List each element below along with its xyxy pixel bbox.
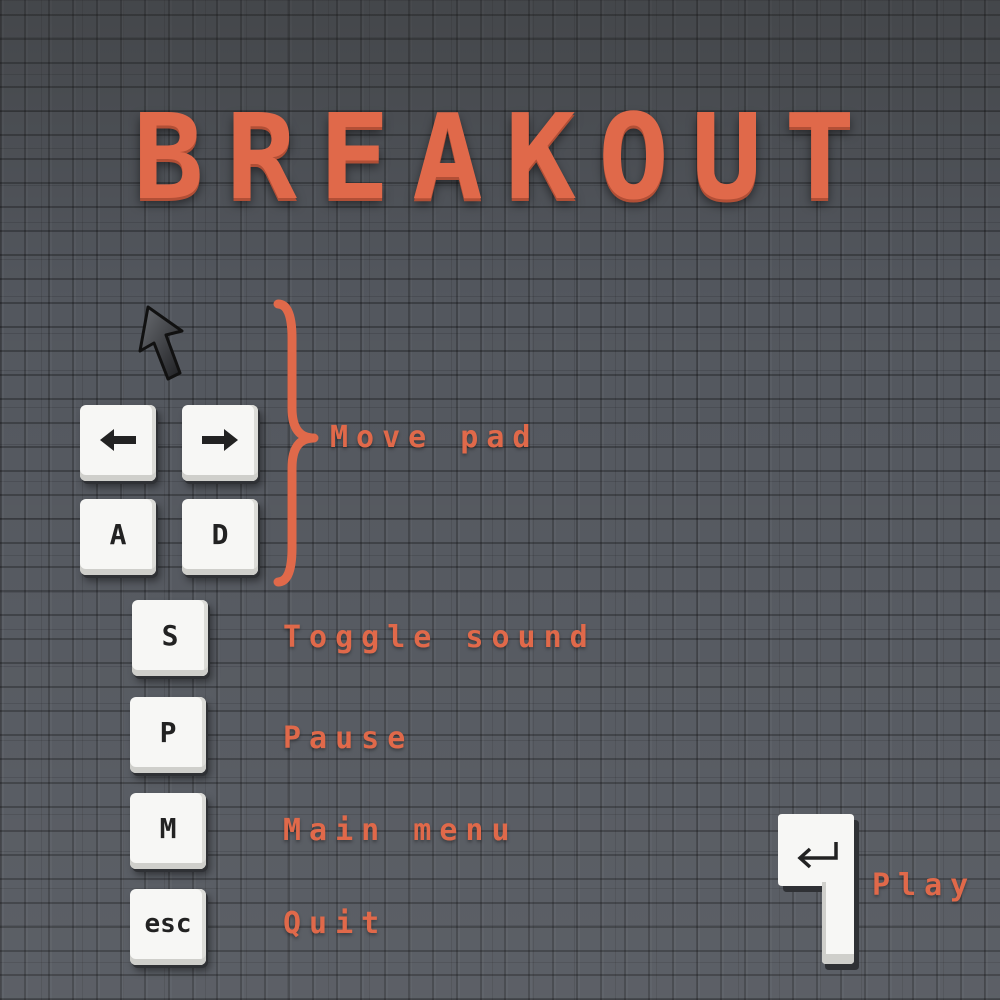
main-menu-label: Main menu: [283, 813, 518, 848]
left-arrow-key[interactable]: [80, 405, 156, 481]
quit-label: Quit: [283, 906, 388, 941]
enter-key[interactable]: [776, 812, 860, 970]
curly-brace-icon: [273, 299, 319, 587]
game-title: BREAKOUT: [132, 88, 878, 226]
right-arrow-key[interactable]: [182, 405, 258, 481]
arrow-right-icon: [202, 429, 238, 451]
a-key[interactable]: A: [80, 499, 156, 575]
p-key[interactable]: P: [130, 697, 206, 773]
arrow-left-icon: [100, 429, 136, 451]
pause-label: Pause: [283, 721, 414, 756]
s-key[interactable]: S: [132, 600, 208, 676]
move-pad-label: Move pad: [330, 420, 539, 455]
play-label: Play: [872, 868, 977, 903]
mouse-pointer-icon: [138, 305, 184, 381]
d-key[interactable]: D: [182, 499, 258, 575]
esc-key[interactable]: esc: [130, 889, 206, 965]
m-key[interactable]: M: [130, 793, 206, 869]
toggle-sound-label: Toggle sound: [283, 620, 596, 655]
